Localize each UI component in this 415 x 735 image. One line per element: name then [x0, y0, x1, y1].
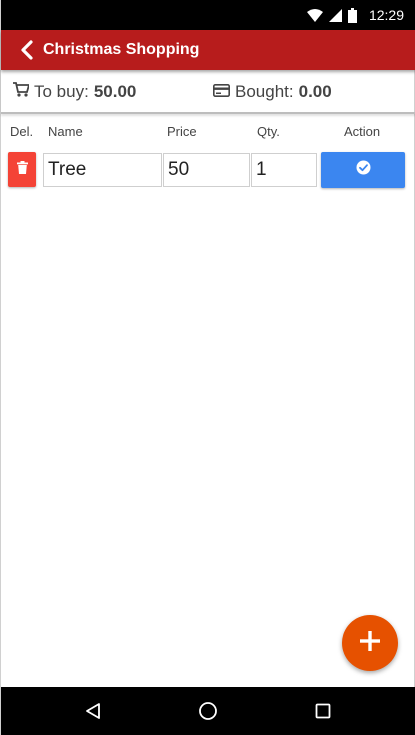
credit-card-icon [213, 82, 230, 102]
app-screen: 12:29 Christmas Shopping To buy: 50.00 B… [0, 0, 415, 735]
recents-square-icon[interactable] [311, 699, 335, 723]
status-time: 12:29 [368, 7, 404, 23]
item-price-input[interactable] [163, 153, 250, 187]
table-header: Del. Name Price Qty. Action [1, 124, 415, 144]
status-bar: 12:29 [1, 0, 415, 30]
column-header-del: Del. [10, 124, 34, 139]
trash-icon [16, 160, 28, 179]
signal-icon [328, 8, 342, 22]
column-header-price: Price [167, 124, 197, 139]
chevron-left-icon[interactable] [17, 38, 37, 62]
mark-bought-button[interactable] [321, 152, 405, 188]
to-buy-label: To buy: [34, 82, 89, 101]
cart-icon [13, 82, 31, 102]
battery-icon [347, 7, 357, 23]
column-header-action: Action [344, 124, 381, 139]
bought-value: 0.00 [298, 82, 332, 101]
check-circle-icon [356, 160, 371, 180]
app-bar: Christmas Shopping [1, 30, 415, 70]
plus-icon [360, 630, 380, 656]
to-buy-value: 50.00 [93, 82, 137, 101]
navigation-bar [1, 687, 415, 735]
column-header-name: Name [48, 124, 83, 139]
item-name-input[interactable] [43, 153, 162, 187]
page-title: Christmas Shopping [43, 41, 200, 58]
to-buy-summary: To buy: 50.00 [13, 82, 136, 102]
home-circle-icon[interactable] [196, 699, 220, 723]
wifi-icon [306, 8, 323, 22]
add-item-button[interactable] [342, 615, 398, 671]
table-row [1, 152, 415, 188]
bought-summary: Bought: 0.00 [213, 82, 332, 102]
delete-button[interactable] [8, 152, 36, 187]
summary-bar: To buy: 50.00 Bought: 0.00 [1, 72, 415, 114]
column-header-qty: Qty. [257, 124, 280, 139]
item-qty-input[interactable] [251, 153, 317, 187]
bought-label: Bought: [235, 82, 294, 101]
back-triangle-icon[interactable] [81, 699, 105, 723]
